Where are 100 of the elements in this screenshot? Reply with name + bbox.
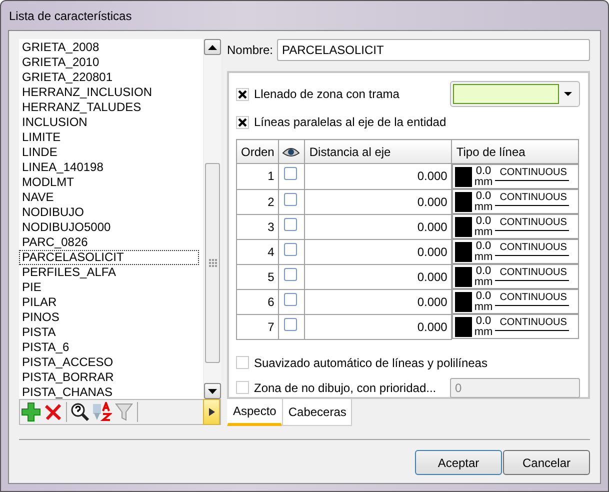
column-header[interactable]: Tipo de línea (452, 140, 578, 164)
window-title: Lista de características (9, 8, 132, 24)
list-item[interactable]: PISTA_CHANAS (19, 385, 199, 400)
name-label: Nombre: (227, 42, 274, 59)
checkbox-label: Llenado de zona con trama (254, 86, 400, 103)
list-item[interactable]: GRIETA_2008 (19, 40, 199, 55)
line-type-sample: CONTINUOUS (494, 242, 569, 256)
list-item[interactable]: NODIBUJO (19, 205, 199, 220)
check-mark-icon (238, 90, 247, 98)
filter-icon[interactable] (113, 401, 135, 423)
grip-icon (208, 259, 216, 267)
name-field[interactable]: PARCELASOLICIT (277, 39, 590, 61)
caret-icon (564, 92, 572, 96)
list-item[interactable]: HERRANZ_TALUDES (19, 100, 199, 115)
list-item[interactable]: GRIETA_220801 (19, 70, 199, 85)
line-width: 0.0 mm (474, 316, 493, 338)
scroll-thumb[interactable] (205, 163, 220, 363)
help-search-icon[interactable] (69, 401, 91, 423)
eye-column-header[interactable] (278, 140, 305, 164)
line-width: 0.0 mm (474, 266, 493, 288)
delete-icon[interactable] (42, 401, 64, 423)
checkbox-label: Zona de no dibujo, con prioridad... (254, 380, 436, 396)
list-item[interactable]: PISTA_BORRAR (19, 370, 199, 385)
checkbox[interactable] (236, 116, 249, 128)
table-cell: 0.000 (304, 314, 452, 339)
eye-icon (282, 146, 300, 158)
list-item[interactable]: HERRANZ_INCLUSION (19, 85, 199, 100)
line-type-sample: CONTINUOUS (494, 167, 569, 181)
color-swatch (455, 216, 472, 236)
table-cell: 0.000 (304, 239, 452, 264)
tab[interactable]: Aspecto (227, 399, 282, 426)
scroll-down-button[interactable] (204, 383, 221, 399)
checkbox-label: Suavizado automático de líneas y polilíneas (254, 354, 488, 372)
color-swatch (455, 166, 472, 186)
dialog-button[interactable]: Aceptar (415, 450, 502, 475)
up-arrow-icon (208, 44, 217, 50)
list-item[interactable]: PIE (19, 280, 199, 295)
table-cell: 0.000 (304, 214, 452, 239)
list-item[interactable]: PARC_0826 (19, 235, 199, 250)
checkbox[interactable] (284, 292, 298, 306)
expand-button[interactable] (203, 399, 220, 425)
line-type-sample: CONTINUOUS (494, 267, 569, 281)
line-type-sample: CONTINUOUS (494, 192, 569, 206)
table-cell: 0.000 (304, 289, 452, 314)
list-item[interactable]: PILAR (19, 295, 199, 310)
list-item[interactable]: MODLMT (19, 175, 199, 190)
table-cell: 6 (236, 289, 279, 314)
column-header[interactable]: Distancia al eje (304, 140, 452, 164)
dialog-button[interactable]: Cancelar (503, 450, 590, 475)
color-picker[interactable] (450, 81, 580, 107)
table-cell: 1 (236, 164, 279, 189)
list-item[interactable]: PISTA_6 (19, 340, 199, 355)
list-item[interactable]: PARCELASOLICIT (19, 250, 199, 265)
list-item[interactable]: LINDE (19, 145, 199, 160)
list-item[interactable]: NAVE (19, 190, 199, 205)
right-arrow-icon (208, 408, 214, 416)
scrollbar[interactable] (203, 39, 221, 399)
line-width: 0.0 mm (474, 240, 493, 262)
line-width: 0.0 mm (474, 290, 493, 312)
line-width: 0.0 mm (474, 166, 493, 188)
color-swatch (455, 266, 472, 286)
check-mark-icon (238, 118, 247, 126)
column-header[interactable]: Orden (236, 140, 279, 164)
list-item[interactable]: PISTA_ACCESO (19, 355, 199, 370)
add-icon[interactable] (20, 401, 42, 423)
line-type-sample: CONTINUOUS (494, 217, 569, 231)
color-swatch (455, 192, 472, 212)
list-item[interactable]: PERFILES_ALFA (19, 265, 199, 280)
line-type-sample: CONTINUOUS (494, 292, 569, 306)
checkbox-label: Líneas paralelas al eje de la entidad (254, 114, 446, 131)
checkbox[interactable] (236, 356, 249, 369)
down-arrow-icon (208, 388, 217, 394)
sort-icon[interactable] (91, 401, 113, 423)
checkbox[interactable] (284, 318, 298, 330)
list-item[interactable]: NODIBUJO5000 (19, 220, 199, 235)
table-cell: 0.000 (304, 189, 452, 214)
color-swatch (455, 292, 472, 312)
table-cell: 3 (236, 214, 279, 239)
checkbox[interactable] (284, 218, 298, 230)
checkbox[interactable] (236, 88, 249, 100)
list-item[interactable]: PISTA (19, 325, 199, 340)
checkbox[interactable] (284, 242, 298, 256)
scroll-up-button[interactable] (204, 39, 221, 55)
checkbox[interactable] (284, 268, 298, 280)
table-cell: 5 (236, 264, 279, 289)
color-swatch (455, 316, 472, 336)
color-swatch (455, 242, 472, 262)
table-cell: 2 (236, 189, 279, 214)
checkbox[interactable] (284, 192, 298, 206)
line-width: 0.0 mm (474, 190, 493, 212)
table-cell: 0.000 (304, 164, 452, 189)
list-item[interactable]: PINOS (19, 310, 199, 325)
list-item[interactable]: LIMITE (19, 130, 199, 145)
table-cell: 7 (236, 314, 279, 339)
tab[interactable]: Cabeceras (282, 399, 352, 426)
list-item[interactable]: GRIETA_2010 (19, 55, 199, 70)
line-width: 0.0 mm (474, 216, 493, 238)
list-item[interactable]: LINEA_140198 (19, 160, 199, 175)
checkbox[interactable] (284, 167, 298, 180)
list-item[interactable]: INCLUSION (19, 115, 199, 130)
